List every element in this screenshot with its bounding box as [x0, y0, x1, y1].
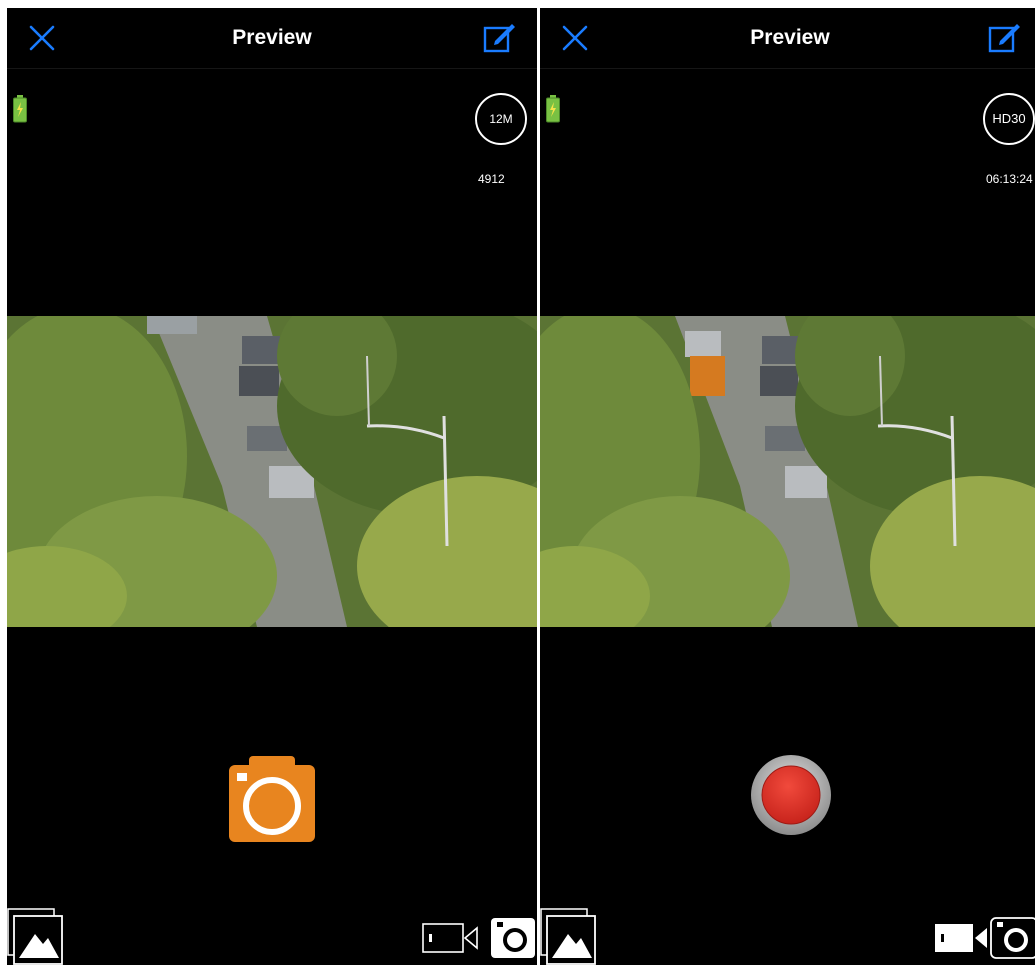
photo-shutter-button[interactable] [229, 756, 315, 842]
remaining-time: 06:13:24 [986, 172, 1033, 186]
camera-icon [990, 917, 1035, 959]
video-mode-screen: Preview HD30 06:13:24 [540, 8, 1035, 965]
resolution-button[interactable]: 12M [475, 93, 527, 145]
nav-bar: Preview [7, 8, 537, 69]
record-button[interactable] [750, 754, 832, 836]
video-camera-icon [935, 924, 987, 952]
battery-icon [13, 95, 27, 123]
camera-preview [540, 316, 1035, 627]
camera-preview [7, 316, 537, 627]
gallery-icon[interactable] [540, 908, 598, 965]
mode-switch[interactable] [421, 916, 537, 960]
page-title: Preview [232, 26, 312, 49]
remaining-shots: 4912 [478, 172, 505, 186]
edit-icon[interactable] [483, 21, 517, 53]
camera-icon [491, 918, 535, 958]
gallery-icon[interactable] [7, 908, 65, 965]
video-camera-icon [422, 923, 478, 953]
photo-mode-screen: Preview 12M 4912 [7, 8, 537, 965]
page-title: Preview [750, 26, 830, 49]
edit-icon[interactable] [988, 21, 1022, 53]
resolution-button[interactable]: HD30 [983, 93, 1035, 145]
mode-switch[interactable] [933, 916, 1035, 960]
nav-bar: Preview [540, 8, 1035, 69]
battery-icon [546, 95, 560, 123]
